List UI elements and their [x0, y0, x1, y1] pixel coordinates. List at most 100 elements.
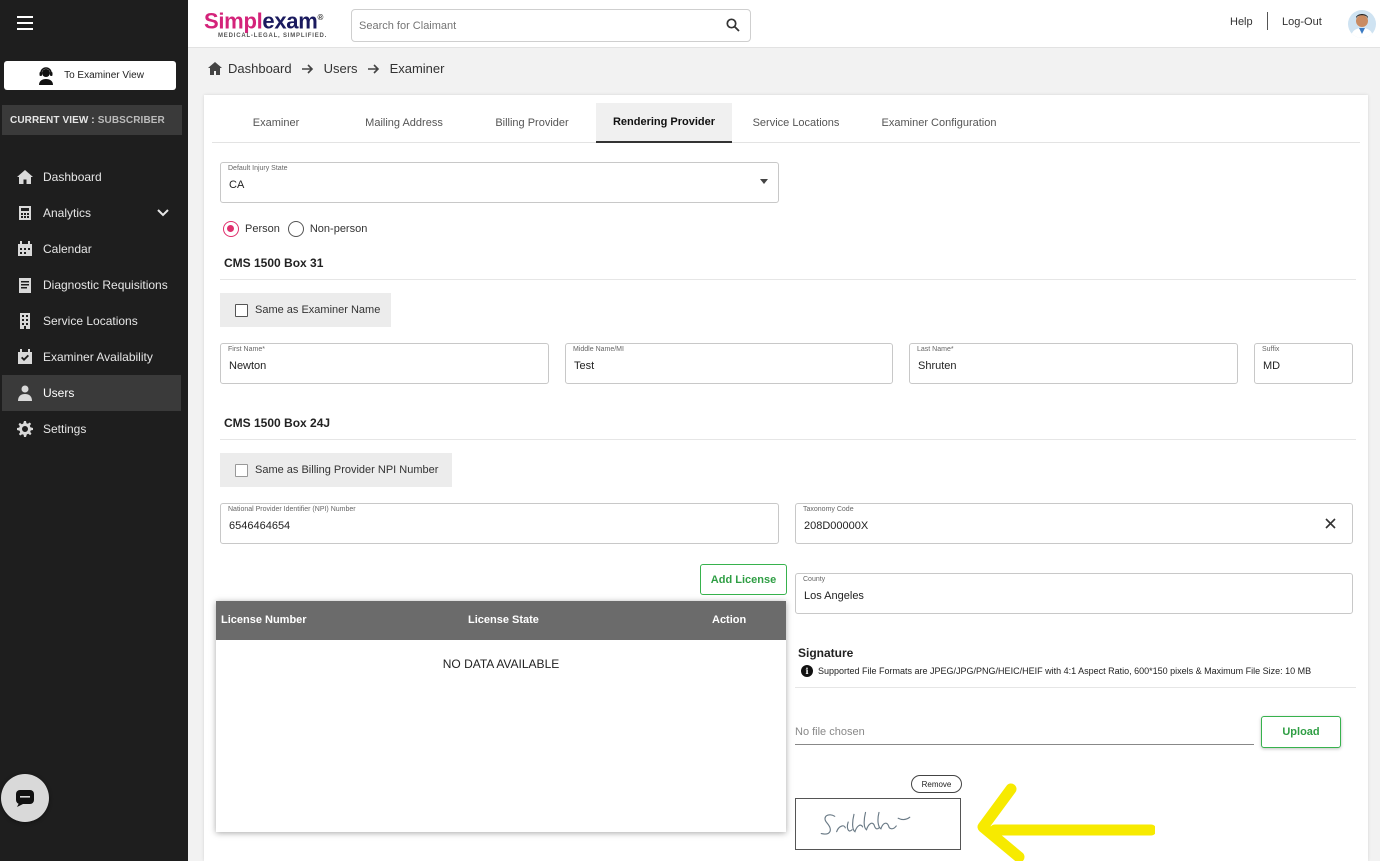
- sidebar-item-service-locations[interactable]: Service Locations: [2, 303, 181, 339]
- non-person-radio[interactable]: [287, 221, 304, 237]
- sidebar-item-settings[interactable]: Settings: [2, 411, 181, 447]
- search-input[interactable]: [352, 10, 712, 41]
- last-name-field[interactable]: Last Name* Shruten: [909, 343, 1238, 384]
- field-value: 208D00000X: [804, 520, 869, 532]
- default-injury-state-select[interactable]: Default Injury State CA: [220, 162, 779, 203]
- tab-examiner-configuration[interactable]: Examiner Configuration: [860, 103, 1018, 142]
- box31-title: CMS 1500 Box 31: [224, 256, 324, 270]
- calculator-icon: [16, 205, 34, 221]
- examiner-form-card: Examiner Mailing Address Billing Provide…: [204, 95, 1368, 861]
- checkbox-label: Same as Billing Provider NPI Number: [255, 464, 439, 476]
- info-icon: i: [801, 665, 813, 677]
- field-value: CA: [229, 179, 245, 191]
- sidebar-item-diagnostic-requisitions[interactable]: Diagnostic Requisitions: [2, 267, 181, 303]
- provider-type-radio-group: Person Non-person: [223, 221, 367, 237]
- current-view-indicator: CURRENT VIEW : SUBSCRIBER: [2, 105, 182, 135]
- sidebar-item-label: Calendar: [43, 242, 92, 256]
- tab-rendering-provider[interactable]: Rendering Provider: [596, 103, 732, 143]
- sidebar-item-dashboard[interactable]: Dashboard: [2, 159, 181, 195]
- home-icon: [208, 62, 222, 75]
- divider: [220, 279, 1356, 280]
- signature-info: i Supported File Formats are JPEG/JPG/PN…: [801, 665, 1311, 677]
- to-examiner-view-button[interactable]: To Examiner View: [4, 61, 176, 90]
- checkbox[interactable]: [235, 463, 248, 477]
- divider: [220, 439, 1356, 440]
- caret-down-icon: [760, 179, 768, 184]
- sidebar: To Examiner View CURRENT VIEW : SUBSCRIB…: [0, 0, 188, 861]
- arrow-right-icon: [367, 63, 379, 74]
- upload-button[interactable]: Upload: [1261, 716, 1341, 748]
- person-radio[interactable]: [223, 221, 239, 237]
- same-as-billing-npi-checkbox[interactable]: Same as Billing Provider NPI Number: [220, 453, 452, 487]
- column-license-state[interactable]: License State: [468, 614, 539, 626]
- help-link[interactable]: Help: [1230, 16, 1253, 28]
- checkbox[interactable]: [235, 303, 248, 317]
- calendar-icon: [16, 241, 34, 257]
- divider: [1267, 12, 1268, 30]
- sidebar-item-users[interactable]: Users: [2, 375, 181, 411]
- divider: [795, 687, 1356, 688]
- same-as-examiner-checkbox[interactable]: Same as Examiner Name: [220, 293, 391, 327]
- breadcrumb-users[interactable]: Users: [324, 61, 358, 76]
- sidebar-item-calendar[interactable]: Calendar: [2, 231, 181, 267]
- add-license-button[interactable]: Add License: [700, 564, 787, 595]
- menu-icon[interactable]: [17, 16, 33, 30]
- license-table: License Number License State Action NO D…: [216, 601, 786, 832]
- field-value: MD: [1263, 360, 1281, 372]
- avatar[interactable]: [1348, 10, 1376, 38]
- tab-bar: Examiner Mailing Address Billing Provide…: [212, 103, 1360, 143]
- suffix-field[interactable]: Suffix MD: [1254, 343, 1353, 384]
- field-value: Test: [574, 360, 595, 372]
- home-icon: [16, 169, 34, 185]
- field-value: Newton: [229, 360, 267, 372]
- signature-preview: [795, 798, 961, 850]
- simplexam-logo[interactable]: Simplexam® MEDICAL-LEGAL, SIMPLIFIED.: [204, 6, 327, 40]
- sidebar-item-label: Settings: [43, 422, 87, 436]
- table-header: License Number License State Action: [216, 601, 786, 640]
- remove-signature-button[interactable]: Remove: [911, 775, 962, 793]
- taxonomy-code-field[interactable]: Taxonomy Code 208D00000X: [795, 503, 1353, 544]
- sidebar-item-analytics[interactable]: Analytics: [2, 195, 181, 231]
- logout-link[interactable]: Log-Out: [1282, 16, 1322, 28]
- file-chooser[interactable]: No file chosen: [795, 724, 1254, 745]
- field-value: Shruten: [918, 360, 957, 372]
- field-label: County: [803, 576, 826, 583]
- signature-info-text: Supported File Formats are JPEG/JPG/PNG/…: [818, 666, 1312, 676]
- close-icon[interactable]: [1325, 518, 1336, 529]
- tab-examiner[interactable]: Examiner: [212, 103, 340, 142]
- field-label: Default Injury State: [228, 165, 288, 172]
- doctor-avatar-icon: [1351, 14, 1373, 38]
- breadcrumb-dashboard[interactable]: Dashboard: [228, 61, 292, 76]
- first-name-field[interactable]: First Name* Newton: [220, 343, 549, 384]
- search-icon[interactable]: [726, 18, 740, 32]
- column-license-number[interactable]: License Number: [221, 614, 307, 626]
- chevron-down-icon[interactable]: [157, 207, 169, 219]
- breadcrumb-examiner: Examiner: [389, 61, 445, 76]
- field-label: Suffix: [1262, 346, 1280, 353]
- user-icon: [16, 385, 34, 401]
- signature-title: Signature: [798, 646, 854, 660]
- tab-billing-provider[interactable]: Billing Provider: [468, 103, 596, 142]
- arrow-left-annotation-icon: [977, 783, 1155, 861]
- field-value: 6546464654: [229, 520, 291, 532]
- sidebar-item-label: Users: [43, 386, 75, 400]
- gear-icon: [16, 421, 34, 437]
- user-headset-icon: [39, 66, 54, 85]
- tab-mailing-address[interactable]: Mailing Address: [340, 103, 468, 142]
- npi-number-field[interactable]: National Provider Identifier (NPI) Numbe…: [220, 503, 779, 544]
- county-field[interactable]: County Los Angeles: [795, 573, 1353, 614]
- current-view-value: SUBSCRIBER: [97, 114, 165, 126]
- calendar-check-icon: [16, 349, 34, 365]
- middle-name-field[interactable]: Middle Name/MI Test: [565, 343, 893, 384]
- field-label: Middle Name/MI: [573, 346, 624, 353]
- current-view-label: CURRENT VIEW :: [10, 114, 95, 126]
- arrow-right-icon: [301, 63, 313, 74]
- clipboard-icon: [16, 277, 34, 293]
- sidebar-item-examiner-availability[interactable]: Examiner Availability: [2, 339, 181, 375]
- field-label: National Provider Identifier (NPI) Numbe…: [228, 506, 356, 513]
- chat-button[interactable]: [1, 774, 49, 822]
- box24j-title: CMS 1500 Box 24J: [224, 416, 331, 430]
- column-action: Action: [712, 614, 747, 626]
- tab-service-locations[interactable]: Service Locations: [732, 103, 860, 142]
- empty-state-text: NO DATA AVAILABLE: [442, 657, 560, 671]
